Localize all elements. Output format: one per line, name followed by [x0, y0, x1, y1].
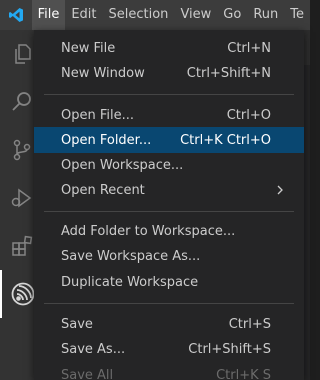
- menu-item-add-folder-to-workspace[interactable]: Add Folder to Workspace...: [34, 218, 304, 244]
- menu-item-label: New File: [61, 40, 116, 56]
- menu-item-save-workspace-as[interactable]: Save Workspace As...: [34, 243, 304, 269]
- menu-item-shortcut: Ctrl+K S: [216, 367, 271, 380]
- menu-item-label: Open Workspace...: [61, 157, 184, 173]
- menu-item-label: Save As...: [61, 341, 126, 357]
- menu-terminal[interactable]: Te: [284, 0, 310, 30]
- menu-item-label: Duplicate Workspace: [61, 274, 199, 290]
- menu-separator: [44, 211, 294, 212]
- title-bar: File Edit Selection View Go Run Te: [0, 0, 310, 30]
- menu-item-label: Save: [61, 316, 93, 332]
- menu-item-label: Save All: [61, 367, 114, 380]
- menu-item-label: Open Recent: [61, 182, 145, 198]
- menu-view[interactable]: View: [174, 0, 217, 30]
- vscode-logo-icon: [0, 0, 32, 30]
- menu-item-shortcut: Ctrl+O: [226, 107, 271, 123]
- chevron-right-icon: [274, 184, 286, 196]
- menu-item-shortcut: Ctrl+K Ctrl+O: [180, 132, 271, 148]
- menu-item-open-recent[interactable]: Open Recent: [34, 177, 304, 203]
- menu-item-save[interactable]: Save Ctrl+S: [34, 311, 304, 337]
- menu-item-save-as[interactable]: Save As... Ctrl+Shift+S: [34, 336, 304, 362]
- menu-item-shortcut: Ctrl+N: [227, 40, 271, 56]
- menu-separator: [44, 94, 294, 95]
- file-menu-dropdown: New File Ctrl+N New Window Ctrl+Shift+N …: [34, 30, 304, 380]
- menu-item-new-file[interactable]: New File Ctrl+N: [34, 35, 304, 61]
- menu-go[interactable]: Go: [217, 0, 247, 30]
- menu-item-new-window[interactable]: New Window Ctrl+Shift+N: [34, 60, 304, 86]
- menu-item-open-folder[interactable]: Open Folder... Ctrl+K Ctrl+O: [34, 127, 304, 153]
- menu-item-save-all: Save All Ctrl+K S: [34, 362, 304, 380]
- menu-separator: [44, 303, 294, 304]
- menu-item-shortcut: Ctrl+Shift+N: [186, 65, 271, 81]
- menu-item-label: Save Workspace As...: [61, 248, 201, 264]
- menu-item-label: Add Folder to Workspace...: [61, 223, 236, 239]
- menu-item-label: Open Folder...: [61, 132, 152, 148]
- menu-item-label: New Window: [61, 65, 145, 81]
- menu-file[interactable]: File: [31, 0, 66, 30]
- menu-item-shortcut: Ctrl+S: [228, 316, 271, 332]
- menu-item-label: Open File...: [61, 107, 135, 123]
- menu-run[interactable]: Run: [247, 0, 284, 30]
- menu-item-open-workspace[interactable]: Open Workspace...: [34, 152, 304, 178]
- menu-item-duplicate-workspace[interactable]: Duplicate Workspace: [34, 269, 304, 295]
- menu-item-open-file[interactable]: Open File... Ctrl+O: [34, 102, 304, 128]
- menu-selection[interactable]: Selection: [103, 0, 175, 30]
- menu-edit[interactable]: Edit: [65, 0, 102, 30]
- menu-item-shortcut: Ctrl+Shift+S: [188, 341, 271, 357]
